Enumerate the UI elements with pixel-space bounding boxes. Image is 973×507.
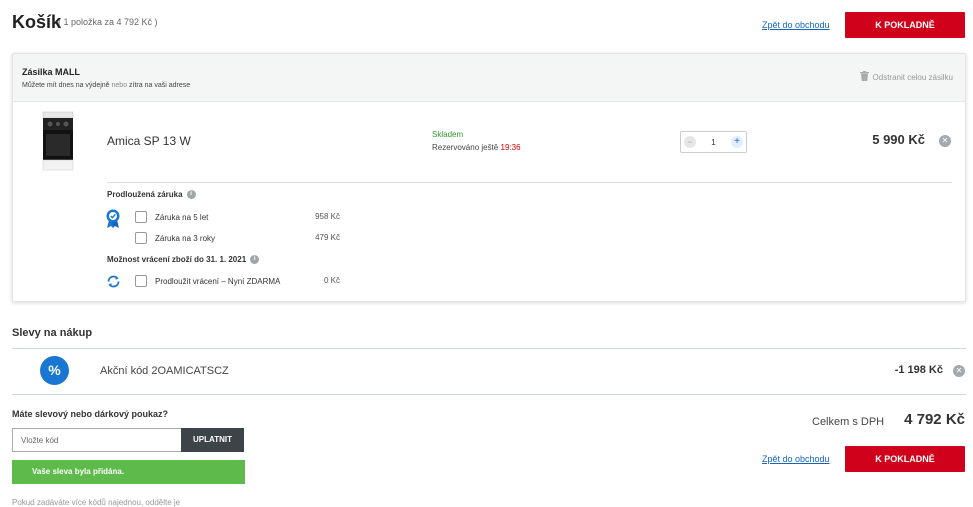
discount-amount: -1 198 Kč — [894, 364, 943, 376]
shipment-title: Zásilka MALL — [22, 67, 81, 77]
product-name[interactable]: Amica SP 13 W — [107, 134, 191, 148]
shipment-header: Zásilka MALL Můžete mít dnes na výdejně … — [13, 54, 965, 102]
delivery-home-text: zítra na vaši adrese — [129, 82, 191, 89]
reservation-label: Rezervováno ještě — [432, 143, 499, 152]
discounts-divider-bottom — [12, 394, 966, 395]
voucher-code-input[interactable] — [12, 428, 182, 452]
divider — [107, 182, 952, 183]
remove-shipment-button[interactable]: Odstranit celou zásilku — [859, 71, 953, 83]
remove-shipment-label: Odstranit celou zásilku — [872, 72, 953, 82]
return-info-icon[interactable]: i — [250, 255, 260, 264]
voucher-success-message: Vaše sleva byla přidána. — [12, 460, 245, 484]
product-image-stove[interactable] — [41, 110, 75, 172]
warranty-3y-label[interactable]: Záruka na 3 roky — [155, 234, 215, 243]
warranty-option-5y: Záruka na 5 let — [135, 211, 208, 223]
trash-icon — [859, 71, 869, 83]
checkout-button-bottom[interactable]: K POKLADNĚ — [845, 446, 965, 472]
warranty-5y-price: 958 Kč — [315, 212, 340, 221]
shipment-card: Zásilka MALL Můžete mít dnes na výdejně … — [12, 53, 966, 302]
return-section-title: Možnost vrácení zboží do 31. 1. 2021 i — [107, 255, 260, 264]
discounts-divider-top — [12, 348, 966, 349]
quantity-decrease-button[interactable]: − — [684, 136, 696, 148]
delivery-pickup-text: Můžete mít dnes na výdejně — [22, 82, 110, 89]
remove-product-close-icon[interactable]: ✕ — [939, 135, 951, 147]
reservation-info: Rezervováno ještě 19:36 — [432, 143, 521, 152]
warranty-badge-icon — [106, 209, 120, 234]
warranty-info-icon[interactable]: i — [186, 190, 196, 199]
warranty-3y-checkbox[interactable] — [135, 232, 147, 244]
shipment-delivery-info: Můžete mít dnes na výdejně nebo zítra na… — [22, 82, 190, 89]
refresh-return-icon — [106, 274, 121, 294]
quantity-increase-button[interactable]: + — [730, 136, 743, 148]
product-price: 5 990 Kč — [872, 132, 925, 147]
delivery-or-text: nebo — [111, 82, 128, 89]
warranty-5y-label[interactable]: Záruka na 5 let — [155, 213, 208, 222]
return-extend-option: Prodloužit vrácení – Nyní ZDARMA — [135, 275, 280, 287]
warranty-section-title: Prodloužená záruka i — [107, 190, 196, 199]
return-extend-label[interactable]: Prodloužit vrácení – Nyní ZDARMA — [155, 277, 280, 286]
warranty-option-3y: Záruka na 3 roky — [135, 232, 215, 244]
quantity-stepper: − 1 + — [680, 131, 747, 153]
page-title: Košík — [12, 12, 62, 32]
warranty-5y-checkbox[interactable] — [135, 211, 147, 223]
discounts-title: Slevy na nákup — [12, 327, 93, 339]
cart-summary: ( 1 položka za 4 792 Kč ) — [58, 17, 158, 27]
return-extend-checkbox[interactable] — [135, 275, 147, 287]
back-to-shop-link-top[interactable]: Zpět do obchodu — [762, 20, 830, 30]
total-value: 4 792 Kč — [904, 411, 965, 428]
stock-status: Skladem — [432, 130, 464, 139]
quantity-value[interactable]: 1 — [711, 138, 715, 147]
back-to-shop-link-bottom[interactable]: Zpět do obchodu — [762, 454, 830, 464]
return-title-text: Možnost vrácení zboží do 31. 1. 2021 — [107, 255, 247, 264]
reservation-time: 19:36 — [500, 143, 521, 152]
voucher-question: Máte slevový nebo dárkový poukaz? — [12, 409, 169, 419]
return-extend-price: 0 Kč — [323, 276, 340, 285]
voucher-hint-text: Pokud zadáváte více kódů najednou, odděl… — [12, 498, 181, 507]
checkout-button-top[interactable]: K POKLADNĚ — [845, 12, 965, 38]
total-label: Celkem s DPH — [812, 416, 885, 428]
discount-percent-icon: % — [40, 356, 69, 385]
warranty-title-text: Prodloužená záruka — [107, 190, 183, 199]
apply-voucher-button[interactable]: UPLATNIT — [181, 428, 244, 452]
warranty-3y-price: 479 Kč — [315, 233, 340, 242]
remove-discount-close-icon[interactable]: ✕ — [953, 365, 965, 377]
discount-code-text: Akční kód 2OAMICATSCZ — [100, 365, 229, 377]
